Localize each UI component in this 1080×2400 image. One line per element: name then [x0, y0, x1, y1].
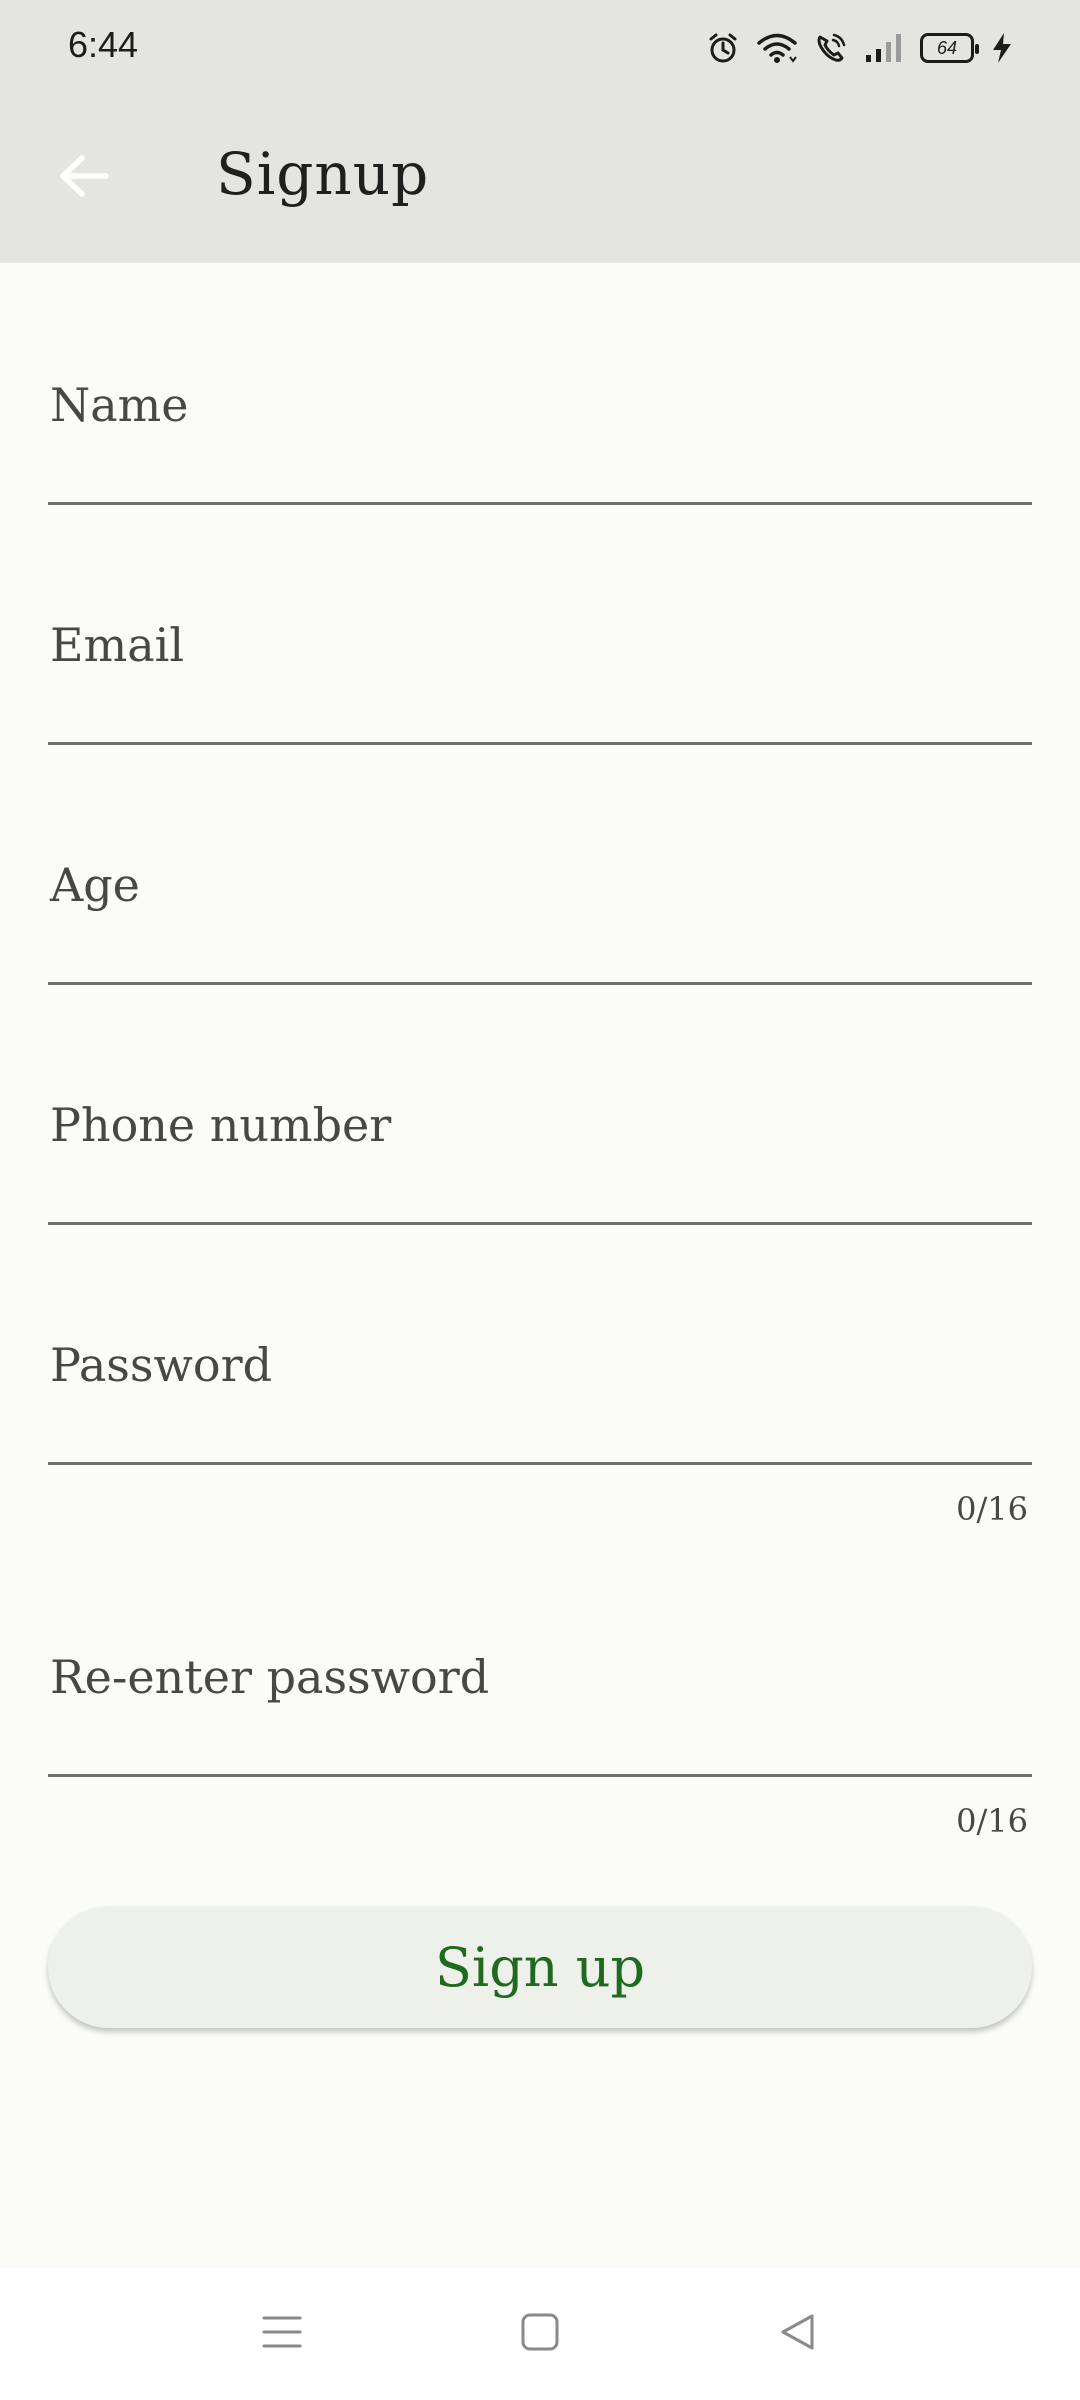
name-field[interactable]: Name — [48, 350, 1032, 505]
email-field[interactable]: Email — [48, 590, 1032, 745]
email-label: Email — [50, 618, 185, 672]
arrow-left-icon — [58, 153, 110, 203]
password-label: Password — [50, 1338, 273, 1392]
wifi-icon — [756, 31, 798, 65]
phone-number-field[interactable]: Phone number — [48, 1070, 1032, 1225]
navigation-bar — [0, 2268, 1080, 2400]
phone-number-label: Phone number — [50, 1098, 392, 1152]
menu-icon — [262, 2314, 302, 2354]
status-bar: 6:44 64 — [0, 0, 1080, 96]
back-button[interactable] — [44, 138, 124, 218]
battery-icon: 64 — [920, 33, 979, 63]
reenter-password-field[interactable]: Re-enter password — [48, 1622, 1032, 1777]
name-label: Name — [50, 378, 189, 432]
recent-apps-button[interactable] — [252, 2304, 312, 2364]
wifi-calling-icon — [814, 31, 848, 65]
page-title: Signup — [216, 140, 430, 208]
signal-icon — [864, 31, 904, 65]
password-field[interactable]: Password — [48, 1310, 1032, 1465]
age-field[interactable]: Age — [48, 830, 1032, 985]
status-time: 6:44 — [68, 24, 139, 65]
age-label: Age — [50, 858, 140, 912]
status-icons: 64 — [706, 28, 1014, 68]
alarm-icon — [706, 31, 740, 65]
home-icon — [520, 2312, 560, 2356]
system-back-button[interactable] — [768, 2304, 828, 2364]
home-button[interactable] — [510, 2304, 570, 2364]
reenter-password-label: Re-enter password — [50, 1650, 490, 1704]
sign-up-button[interactable]: Sign up — [48, 1906, 1032, 2028]
app-bar: Signup — [0, 96, 1080, 263]
password-counter: 0/16 — [956, 1490, 1028, 1528]
back-icon — [778, 2312, 818, 2356]
charging-icon — [990, 31, 1014, 65]
reenter-password-counter: 0/16 — [956, 1802, 1028, 1840]
